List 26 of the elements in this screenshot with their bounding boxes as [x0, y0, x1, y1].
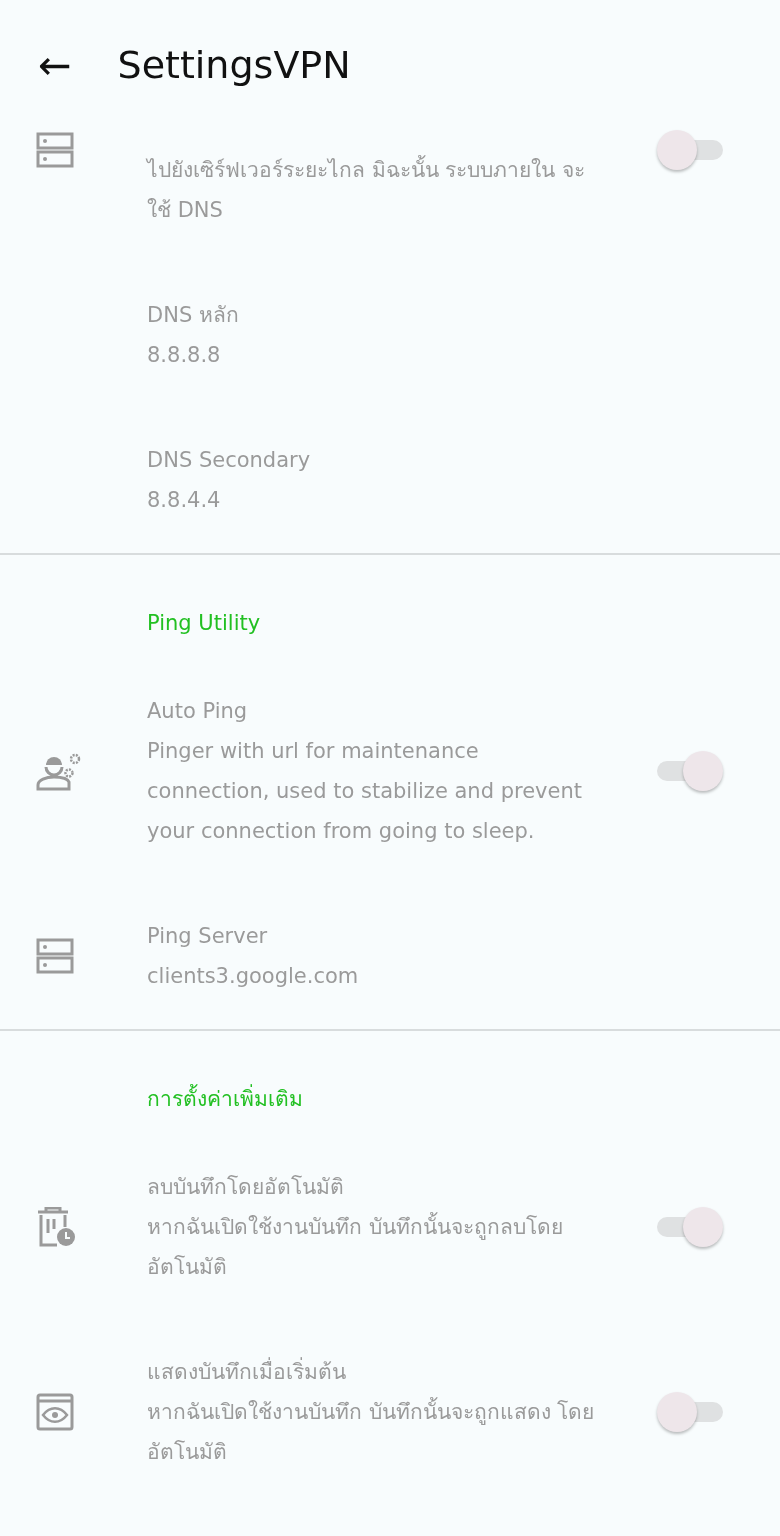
- setting-title: ลบบันทึกโดยอัตโนมัติ: [147, 1174, 345, 1201]
- person-gears-icon: [36, 751, 82, 791]
- setting-description: Pinger with url for maintenance connection, used to stabilize and prevent your connection from going to sleep.: [147, 738, 583, 845]
- server-icon: [36, 937, 74, 975]
- trash-clock-icon: [36, 1207, 76, 1247]
- section-header: การตั้งค่าเพิ่มเติม: [0, 1031, 780, 1135]
- setting-title: Ping Server: [147, 923, 269, 950]
- setting-value: clients3.google.com: [147, 963, 360, 990]
- setting-description: หากฉันเปิดใช้งานบันทึก บันทึกนั้นจะถูกลบโดย อัตโนมัติ: [147, 1207, 607, 1287]
- eye-window-icon: [36, 1393, 74, 1431]
- setting-title: DNS หลัก: [147, 302, 240, 329]
- setting-description: หากฉันเปิดใช้งานบันทึก บันทึกนั้นจะถูกแสดง โดยอัตโนมัติ: [147, 1392, 607, 1472]
- toggle-switch[interactable]: [657, 751, 723, 791]
- setting-title: Auto Ping: [147, 698, 249, 725]
- screen-title: SettingsVPN: [117, 43, 351, 87]
- setting-value: 8.8.4.4: [147, 487, 222, 514]
- back-button[interactable]: ←: [32, 45, 78, 85]
- setting-title: DNS Secondary: [147, 447, 312, 474]
- setting-title: แสดงบันทึกเมื่อเริ่มต้น: [147, 1352, 607, 1392]
- setting-value: 8.8.8.8: [147, 342, 222, 369]
- server-icon: [36, 131, 74, 169]
- section-header: Ping Utility: [146, 610, 262, 637]
- toggle-switch[interactable]: [657, 1392, 723, 1432]
- toggle-switch[interactable]: [657, 130, 723, 170]
- toggle-switch[interactable]: [657, 1207, 723, 1247]
- setting-description: ไปยังเซิร์ฟเวอร์ระยะไกล มิฉะนั้น ระบบภายใน จะใช้ DNS: [147, 150, 607, 230]
